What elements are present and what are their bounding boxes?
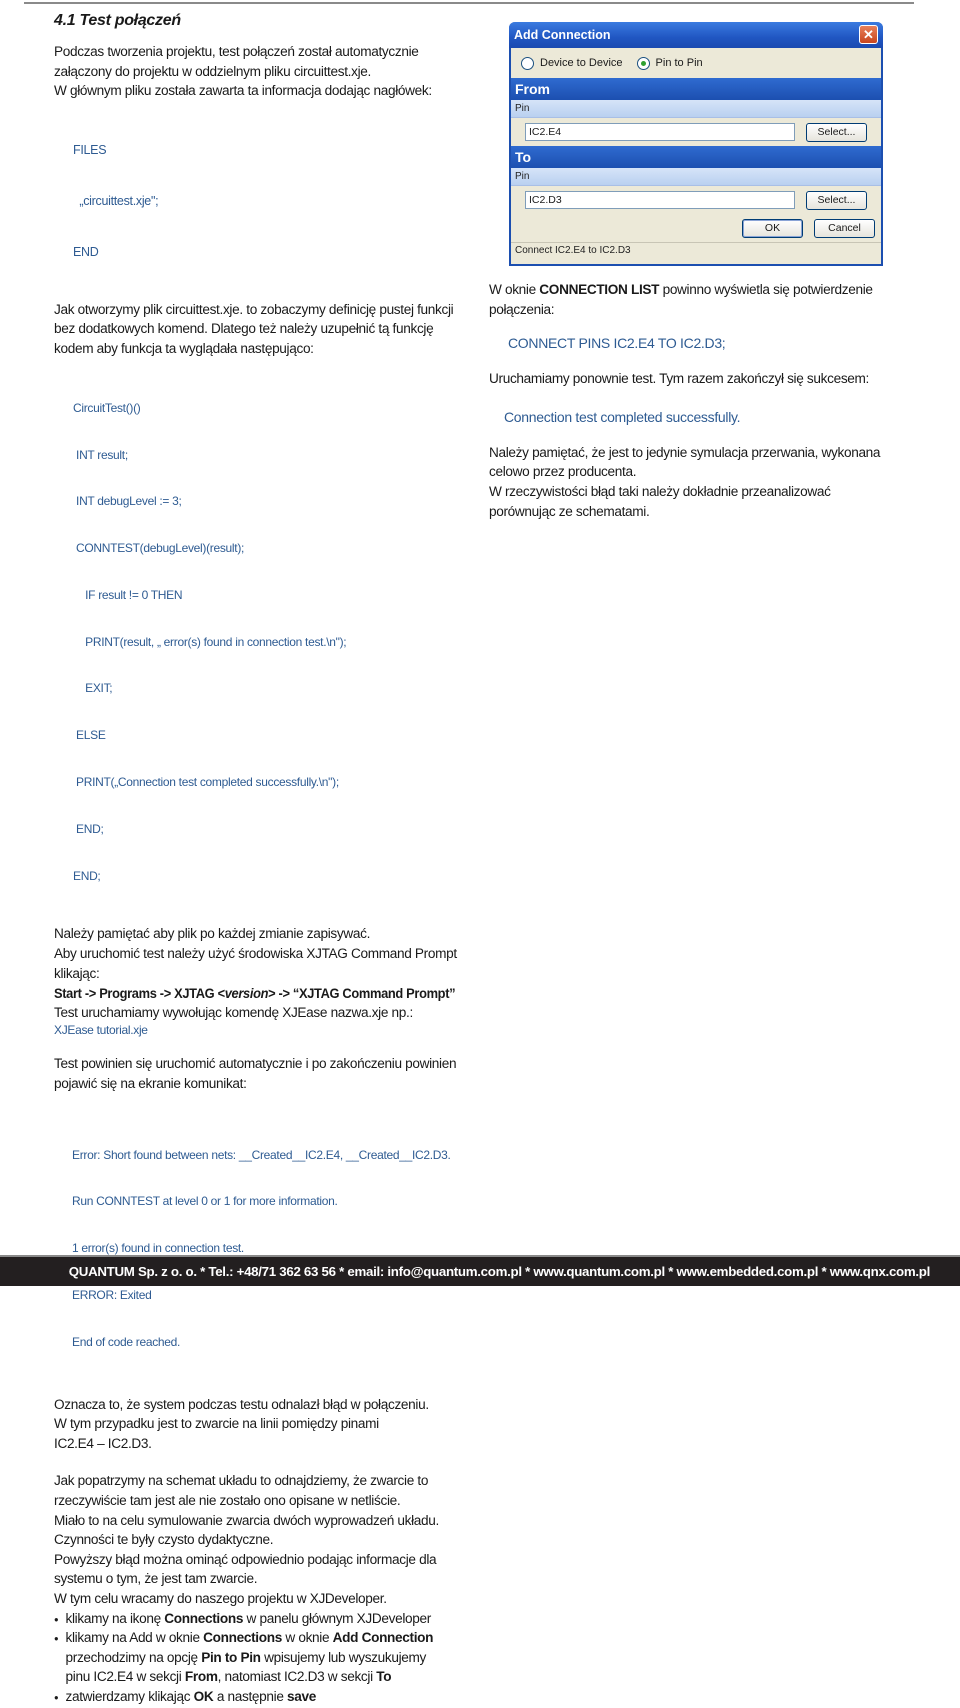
code-line: „circuittest.xje"; — [73, 193, 159, 208]
code-line: INT debugLevel := 3; — [73, 494, 182, 509]
close-icon[interactable]: ✕ — [859, 25, 878, 44]
paragraph-line: połączenia: — [489, 301, 555, 318]
paragraph-line: kodem aby funkcja ta wyglądała następują… — [54, 340, 314, 357]
paragraph-line: klikając: — [54, 965, 100, 982]
left-column: 4.1 Test połączeń Podczas tworzenia proj… — [54, 12, 474, 1708]
code-line: CONNTEST(debugLevel)(result); — [73, 541, 245, 556]
paragraph-line: bez dodatkowych komend. Dlatego też nale… — [54, 321, 434, 338]
paragraph-line: Należy pamiętać aby plik po każdej zmian… — [54, 926, 371, 943]
paragraph-line: Oznacza to, że system podczas testu odna… — [54, 1396, 429, 1413]
connect-code: CONNECT PINS IC2.E4 TO IC2.D3; — [508, 335, 726, 352]
code-line: PRINT(result, „ error(s) found in connec… — [73, 634, 347, 649]
intro-line: W głównym pliku została zawarta ta infor… — [54, 83, 432, 100]
paragraph-line: Uruchamiamy ponownie test. Tym razem zak… — [489, 371, 870, 388]
cancel-button[interactable]: Cancel — [814, 218, 875, 238]
radio-device-to-device[interactable] — [521, 56, 534, 70]
code-line: END — [73, 244, 99, 259]
section-heading: 4.1 Test połączeń — [54, 12, 181, 29]
right-column: W oknie CONNECTION LIST powinno wyświetl… — [489, 281, 909, 522]
menu-path-end: > -> “XJTAG Command Prompt” — [268, 986, 456, 1002]
paragraph-line: Należy pamiętać, że jest to jedynie symu… — [489, 444, 881, 461]
code-line: ELSE — [73, 728, 106, 743]
dialog-title: Add Connection — [514, 28, 611, 42]
code-line: FILES — [73, 142, 107, 157]
list-item: zatwierdzamy klikając OK a następnie sav… — [54, 1688, 457, 1708]
code-line: EXIT; — [73, 681, 113, 696]
output-line: ERROR: Exited — [72, 1288, 152, 1303]
radio-label: Device to Device — [540, 57, 623, 69]
dialog-titlebar: Add Connection ✕ — [509, 22, 883, 48]
ok-button[interactable]: OK — [742, 218, 803, 238]
list-item: klikamy na ikonę Connections w panelu gł… — [54, 1610, 457, 1630]
code-line: PRINT(„Connection test completed success… — [73, 775, 339, 789]
paragraph-line: Miało to na celu symulowanie zwarcia dwó… — [54, 1512, 439, 1529]
code-line: IF result != 0 THEN — [73, 587, 183, 602]
paragraph-line: Test powinien się uruchomić automatyczni… — [54, 1056, 457, 1073]
top-rule — [24, 2, 914, 4]
paragraph-line: porównując ze schematami. — [489, 503, 650, 520]
paragraph-line: rzeczywiście tam jest ale nie zostało on… — [54, 1492, 401, 1509]
intro-line: Podczas tworzenia projektu, test połącze… — [54, 44, 419, 60]
paragraph-line: Jak popatrzymy na schemat układu to odna… — [54, 1473, 429, 1490]
from-pin-input[interactable]: IC2.E4 — [525, 123, 795, 141]
add-connection-dialog: Add Connection ✕ Device to Device Pin to… — [509, 22, 883, 266]
paragraph-line: Aby uruchomić test należy użyć środowisk… — [54, 945, 457, 962]
paragraph-line: W rzeczywistości błąd taki należy dokład… — [489, 483, 831, 500]
success-output: Connection test completed successfully. — [504, 408, 741, 425]
from-select-button[interactable]: Select... — [806, 122, 867, 142]
menu-path-version: version — [224, 986, 269, 1002]
files-code-block: FILES „circuittest.xje"; END — [54, 108, 474, 295]
to-section-header: To — [511, 146, 881, 168]
to-select-button[interactable]: Select... — [806, 190, 867, 210]
radio-pin-to-pin[interactable] — [636, 56, 650, 70]
paragraph-line: Powyższy błąd można ominąć odpowiednio p… — [54, 1551, 437, 1568]
code-line: END; — [73, 868, 101, 883]
paragraph-line: Czynności te były czysto dydaktyczne. — [54, 1532, 274, 1549]
output-line: Run CONNTEST at level 0 or 1 for more in… — [72, 1194, 338, 1209]
function-code-block: CircuitTest()() INT result; INT debugLev… — [54, 370, 474, 916]
paragraph-line: W tym celu wracamy do naszego projektu w… — [54, 1590, 387, 1607]
menu-path-start: Start -> Programs -> XJTAG < — [54, 986, 225, 1002]
paragraph-line: Jak otworzymy plik circuittest.xje. to z… — [54, 301, 454, 318]
output-line: End of code reached. — [72, 1334, 181, 1349]
code-line: CircuitTest()() — [73, 400, 141, 415]
paragraph-line: Test uruchamiamy wywołując komendę XJEas… — [54, 1004, 413, 1021]
radio-label: Pin to Pin — [655, 57, 703, 69]
from-pin-label: Pin — [511, 100, 881, 118]
example-command: XJEase tutorial.xje — [54, 1023, 148, 1038]
to-pin-input[interactable]: IC2.D3 — [525, 191, 795, 209]
steps-list: klikamy na ikonę Connections w panelu gł… — [54, 1610, 474, 1708]
page-footer: QUANTUM Sp. z o. o. * Tel.: +48/71 362 6… — [0, 1255, 960, 1286]
code-line: END; — [73, 821, 104, 836]
code-line: INT result; — [73, 447, 128, 462]
paragraph-line: celowo przez producenta. — [489, 464, 637, 481]
error-output-block: Error: Short found between nets: __Creat… — [54, 1117, 474, 1382]
paragraph-line: W oknie CONNECTION LIST powinno wyświetl… — [489, 282, 873, 298]
intro-line: załączony do projektu w oddzielnym pliku… — [54, 63, 371, 80]
from-section-header: From — [511, 78, 881, 100]
dialog-status-bar: Connect IC2.E4 to IC2.D3 — [511, 242, 881, 259]
output-line: Error: Short found between nets: __Creat… — [72, 1147, 451, 1162]
list-item: klikamy na Add w oknie Connections w okn… — [54, 1629, 457, 1688]
paragraph-line: IC2.E4 – IC2.D3. — [54, 1435, 152, 1452]
menu-path: Start -> Programs -> XJTAG <version> -> … — [54, 984, 457, 1004]
connection-type-radios: Device to Device Pin to Pin — [511, 48, 881, 78]
paragraph-line: systemu o tym, że jest tam zwarcie. — [54, 1571, 258, 1588]
to-pin-label: Pin — [511, 168, 881, 186]
paragraph-line: pojawić się na ekranie komunikat: — [54, 1075, 247, 1092]
paragraph-line: W tym przypadku jest to zwarcie na linii… — [54, 1416, 379, 1433]
